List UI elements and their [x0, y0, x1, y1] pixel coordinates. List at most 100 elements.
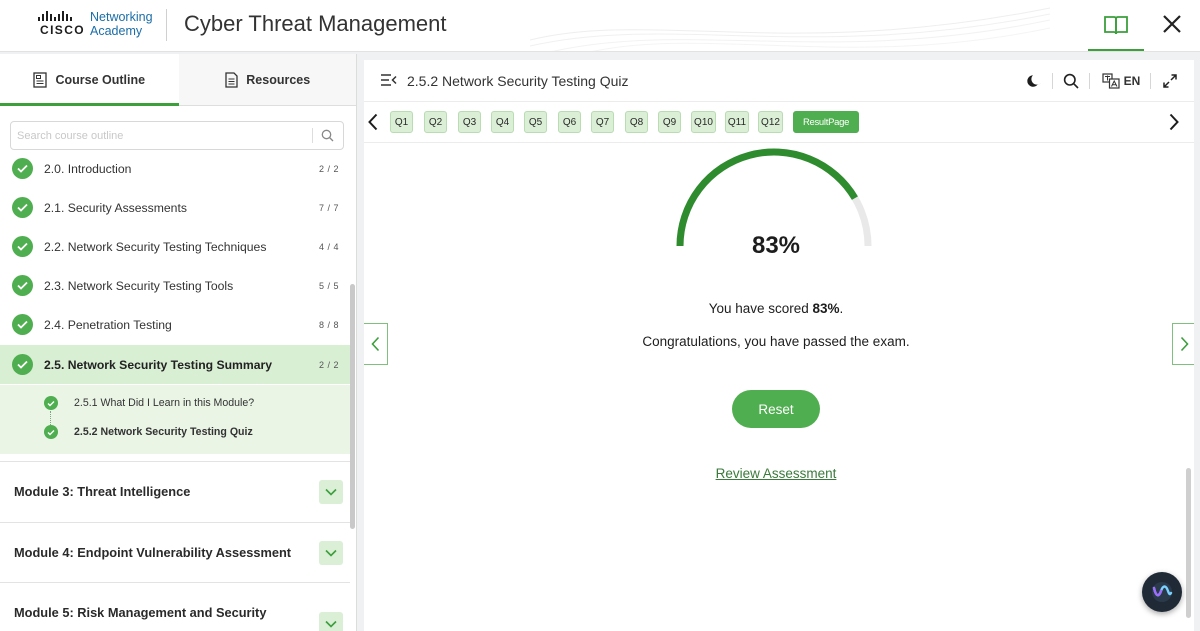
question-7-button[interactable]: Q7 [591, 111, 614, 133]
completed-check-icon [12, 314, 33, 335]
score-value: 83% [812, 301, 840, 316]
question-5-button[interactable]: Q5 [524, 111, 547, 133]
subtopic-list: 2.5.1 What Did I Learn in this Module? 2… [0, 385, 350, 454]
toolbar-divider [1089, 73, 1090, 89]
expand-icon [1163, 74, 1177, 88]
subtopic-connector [50, 411, 51, 425]
question-navigator: Q1 Q2 Q3 Q4 Q5 Q6 Q7 Q8 Q9 Q10 Q11 Q12 R… [364, 103, 1194, 143]
toolbar-divider [1150, 73, 1151, 89]
question-4-button[interactable]: Q4 [491, 111, 514, 133]
question-12-button[interactable]: Q12 [758, 111, 783, 133]
book-icon [1104, 15, 1128, 34]
language-button[interactable]: EN [1101, 71, 1141, 91]
outline-item-2-2[interactable]: 2.2. Network Security Testing Techniques… [0, 227, 350, 266]
chat-assistant-button[interactable] [1142, 572, 1182, 612]
review-assessment-label[interactable]: Review Assessment [716, 466, 837, 481]
module-label: Module 5: Risk Management and Security [14, 605, 267, 620]
review-assessment-link: Review Assessment [364, 466, 1188, 481]
quiz-content: 2.5.2 Network Security Testing Quiz EN Q… [364, 60, 1194, 631]
module-label: Module 4: Endpoint Vulnerability Assessm… [14, 545, 292, 560]
book-button[interactable] [1088, 0, 1144, 51]
outline-item-count: 5 / 5 [318, 280, 339, 291]
question-2-button[interactable]: Q2 [424, 111, 447, 133]
completed-check-icon [12, 197, 33, 218]
toolbar-divider [1052, 73, 1053, 89]
outline-item-2-5[interactable]: 2.5. Network Security Testing Summary 2 … [0, 345, 350, 384]
question-6-button[interactable]: Q6 [558, 111, 581, 133]
outline-item-2-4[interactable]: 2.4. Penetration Testing 8 / 8 [0, 305, 350, 344]
module-5[interactable]: Module 5: Risk Management and Security [0, 582, 350, 631]
quiz-title: 2.5.2 Network Security Testing Quiz [407, 73, 629, 89]
cisco-logo-icon [38, 11, 72, 21]
question-1-button[interactable]: Q1 [390, 111, 413, 133]
page-title: Cyber Threat Management [184, 11, 447, 36]
completed-check-icon [12, 354, 33, 375]
pass-message: Congratulations, you have passed the exa… [642, 334, 910, 349]
close-button[interactable] [1152, 0, 1192, 48]
chevron-right-icon[interactable] [1169, 113, 1179, 131]
cisco-wordmark: CISCO [40, 23, 86, 37]
moon-icon [1026, 74, 1041, 87]
outline-item-label: 2.2. Network Security Testing Techniques [44, 239, 267, 254]
outline-item-label: 2.5. Network Security Testing Summary [44, 357, 273, 372]
webex-icon [1152, 582, 1173, 602]
search-divider [312, 128, 313, 143]
completed-check-icon [12, 158, 33, 179]
subtopic-label: 2.5.1 What Did I Learn in this Module? [74, 397, 255, 409]
score-prefix: You have scored [708, 301, 813, 316]
close-icon [1163, 15, 1181, 33]
cisco-networking-academy-logo[interactable]: CISCO Networking Academy [38, 10, 158, 40]
reset-button[interactable]: Reset [732, 390, 820, 428]
fullscreen-button[interactable] [1161, 71, 1179, 91]
chevron-right-icon [1180, 336, 1189, 352]
outline-item-label: 2.3. Network Security Testing Tools [44, 278, 234, 293]
tab-course-outline-label: Course Outline [55, 72, 146, 87]
subtopic-label: 2.5.2 Network Security Testing Quiz [74, 426, 253, 438]
result-page-button[interactable]: ResultPage [793, 111, 859, 133]
chevron-down-icon[interactable] [319, 541, 343, 565]
chevron-down-icon[interactable] [319, 612, 343, 631]
header-divider [166, 9, 167, 41]
document-icon [225, 71, 238, 88]
header-decoration [530, 7, 1050, 51]
chevron-left-icon[interactable] [368, 113, 378, 131]
sidebar-scrollbar[interactable] [350, 284, 355, 529]
question-9-button[interactable]: Q9 [658, 111, 681, 133]
question-8-button[interactable]: Q8 [625, 111, 648, 133]
tab-course-outline[interactable]: Course Outline [0, 54, 179, 106]
outline-item-2-3[interactable]: 2.3. Network Security Testing Tools 5 / … [0, 266, 350, 305]
outline-item-label: 2.1. Security Assessments [44, 200, 187, 215]
chevron-left-icon [371, 336, 380, 352]
dark-mode-button[interactable] [1024, 71, 1044, 91]
outline-item-2-1[interactable]: 2.1. Security Assessments 7 / 7 [0, 188, 350, 227]
outline-item-count: 4 / 4 [318, 241, 339, 252]
outline-item-2-0[interactable]: 2.0. Introduction 2 / 2 [0, 149, 350, 188]
score-message: You have scored 83%. [364, 301, 1188, 316]
search-input[interactable] [11, 122, 301, 149]
outline-item-label: 2.0. Introduction [44, 161, 132, 176]
module-3[interactable]: Module 3: Threat Intelligence [0, 461, 350, 521]
outline-item-count: 2 / 2 [318, 163, 339, 174]
question-10-button[interactable]: Q10 [691, 111, 716, 133]
module-label: Module 3: Threat Intelligence [14, 484, 191, 499]
completed-check-icon [12, 275, 33, 296]
outline-search [10, 121, 344, 150]
next-page-button[interactable] [1172, 323, 1194, 365]
previous-page-button[interactable] [364, 323, 388, 365]
question-3-button[interactable]: Q3 [458, 111, 481, 133]
search-button[interactable] [1061, 71, 1081, 91]
translate-icon [1102, 73, 1120, 89]
module-4[interactable]: Module 4: Endpoint Vulnerability Assessm… [0, 522, 350, 582]
chevron-down-icon[interactable] [319, 480, 343, 504]
search-icon [1063, 73, 1079, 89]
academy-name: Networking Academy [90, 10, 153, 38]
score-percentage: 83% [751, 232, 801, 259]
question-11-button[interactable]: Q11 [725, 111, 749, 133]
content-scrollbar[interactable] [1186, 468, 1191, 618]
tab-resources[interactable]: Resources [178, 54, 356, 105]
academy-line-1: Networking [90, 10, 153, 24]
completed-check-icon [12, 236, 33, 257]
app-header: CISCO Networking Academy Cyber Threat Ma… [0, 0, 1200, 52]
collapse-menu-icon[interactable] [380, 73, 397, 87]
search-icon[interactable] [321, 129, 334, 142]
